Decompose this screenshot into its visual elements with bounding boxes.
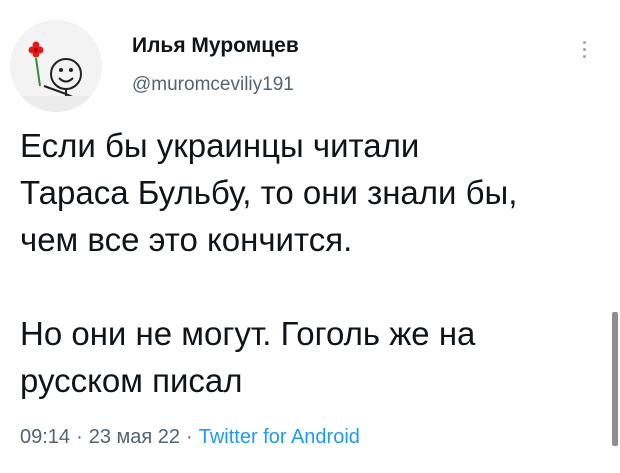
more-dot <box>582 47 586 51</box>
meta-separator: · <box>76 426 83 448</box>
avatar[interactable] <box>10 20 102 112</box>
tweet-card: Илья Муромцев @muromceviliy191 Если бы у… <box>0 0 620 473</box>
more-dot <box>582 40 586 44</box>
more-dot <box>582 54 586 58</box>
tweet-source-link[interactable]: Twitter for Android <box>199 426 360 448</box>
author-handle[interactable]: @muromceviliy191 <box>132 74 294 96</box>
tweet-line: русском писал <box>20 362 243 399</box>
tweet-line: Тараса Бульбу, то они знали бы, <box>20 174 518 211</box>
tweet-time[interactable]: 09:14 <box>20 426 70 448</box>
tweet-line: чем все это кончится. <box>20 221 353 258</box>
tweet-date[interactable]: 23 мая 22 <box>89 426 180 448</box>
tweet-meta: 09:14 · 23 мая 22 · Twitter for Android <box>20 426 360 449</box>
scrollbar-thumb[interactable] <box>612 312 618 446</box>
more-vertical-icon[interactable] <box>574 34 594 64</box>
avatar-drawing <box>10 20 102 112</box>
tweet-line: Но они не могут. Гоголь же на <box>20 315 476 352</box>
meta-separator: · <box>186 426 193 448</box>
author-name[interactable]: Илья Муромцев <box>132 34 299 58</box>
tweet-text: Если бы украинцы читали Тараса Бульбу, т… <box>20 122 610 404</box>
tweet-line: Если бы украинцы читали <box>20 127 420 164</box>
